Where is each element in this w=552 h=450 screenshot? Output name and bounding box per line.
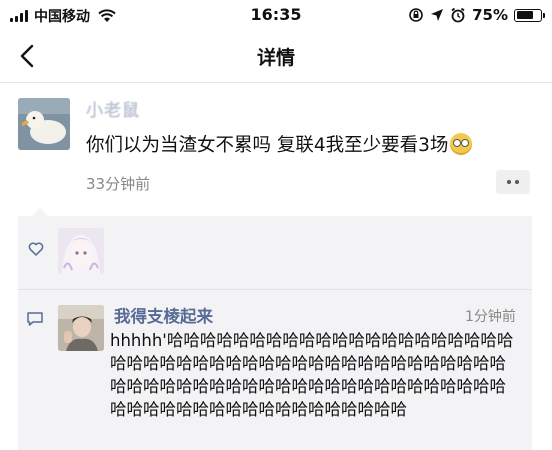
page-title: 详情 (256, 47, 295, 69)
avatar[interactable] (18, 98, 70, 150)
comment-avatar[interactable] (58, 305, 104, 351)
alarm-icon (451, 7, 465, 23)
status-right: 75% (408, 6, 545, 24)
comment-time: 1分钟前 (465, 309, 516, 325)
comment-text: hhhhh'哈哈哈哈哈哈哈哈哈哈哈哈哈哈哈哈哈哈哈哈哈哈哈哈哈哈哈哈哈哈哈哈哈哈… (110, 331, 514, 419)
location-icon (431, 9, 444, 21)
post-text-body: 你们以为当渣女不累吗 复联4我至少要看3场 (86, 135, 449, 156)
post-text: 你们以为当渣女不累吗 复联4我至少要看3场 (86, 131, 473, 157)
comment-icon (27, 312, 43, 326)
duck-avatar-image (18, 98, 70, 150)
heart-icon (28, 242, 44, 256)
panel-notch (32, 208, 48, 216)
battery-fill (516, 11, 533, 19)
battery-icon (514, 8, 545, 22)
anime-avatar-image (58, 228, 104, 274)
comment-avatar-image (58, 305, 104, 351)
like-avatar[interactable] (58, 228, 104, 274)
panel-divider (18, 289, 532, 290)
battery-percent: 75% (472, 6, 508, 24)
nav-bar: 详情 (0, 30, 552, 82)
rotation-lock-icon (409, 8, 423, 22)
nav-divider (0, 82, 552, 83)
grinning-face-icon (450, 133, 473, 155)
post-time: 33分钟前 (86, 175, 151, 193)
more-dots-icon[interactable] (496, 170, 530, 194)
status-bar: 中国移动 16:35 75% (0, 0, 552, 30)
comment-author[interactable]: 我得支棱起来 (114, 303, 213, 327)
post-username[interactable]: 小老鼠 (86, 96, 140, 121)
